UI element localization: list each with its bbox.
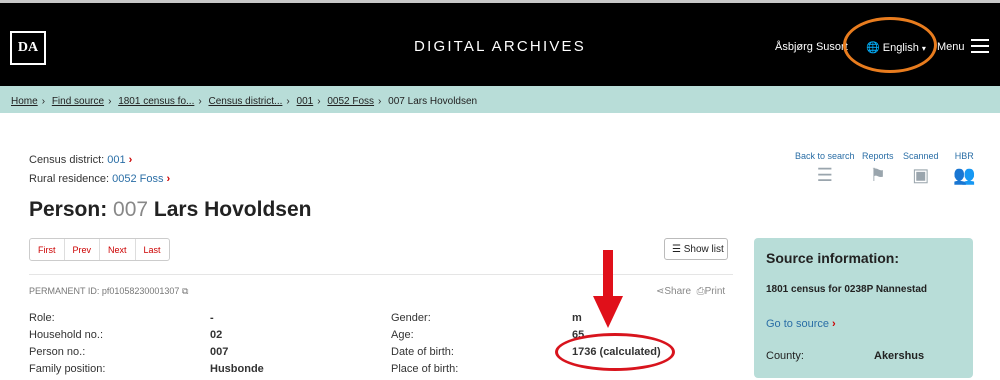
- reports-label: Reports: [862, 151, 894, 161]
- print-link[interactable]: Print: [705, 286, 726, 297]
- field-value: -: [210, 312, 214, 324]
- annotation-arrow: [593, 250, 623, 328]
- rural-residence-link[interactable]: 0052 Foss: [112, 173, 163, 185]
- field-label: Person no.:: [29, 346, 86, 358]
- copy-icon[interactable]: ⧉: [182, 286, 188, 296]
- breadcrumb-district[interactable]: Census district...: [208, 96, 282, 107]
- rural-residence-label: Rural residence:: [29, 173, 110, 185]
- scanned-button[interactable]: Scanned ▣: [903, 151, 939, 186]
- breadcrumb-001[interactable]: 001: [297, 96, 314, 107]
- back-to-search-label: Back to search: [795, 151, 855, 161]
- breadcrumb-census[interactable]: 1801 census fo...: [118, 96, 194, 107]
- field-label: Family position:: [29, 363, 106, 375]
- permanent-id-text: PERMANENT ID: pf01058230001307: [29, 286, 180, 296]
- breadcrumb-separator-icon: ›: [317, 96, 321, 107]
- go-to-source-label: Go to source: [766, 318, 829, 330]
- census-district-row: Census district: 001 ›: [29, 154, 132, 166]
- list-icon: ☰: [672, 244, 681, 255]
- print-icon: ⎙: [696, 286, 705, 297]
- chevron-right-icon: ›: [128, 154, 133, 166]
- people-icon: 👥: [953, 165, 976, 185]
- reports-button[interactable]: Reports ⚑: [862, 151, 894, 186]
- field-label: Date of birth:: [391, 346, 454, 358]
- hbr-label: HBR: [954, 151, 974, 161]
- breadcrumb-separator-icon: ›: [378, 96, 382, 107]
- breadcrumb: Home › Find source › 1801 census fo... › Ce…: [0, 86, 1000, 113]
- hbr-button[interactable]: HBR 👥: [953, 151, 975, 186]
- breadcrumb-separator-icon: ›: [286, 96, 290, 107]
- show-list-button[interactable]: ☰ Show list: [664, 238, 728, 260]
- census-district-link[interactable]: 001: [107, 154, 125, 166]
- scanned-label: Scanned: [903, 151, 939, 161]
- breadcrumb-separator-icon: ›: [198, 96, 202, 107]
- right-labels: Gender: Age: Date of birth: Place of bir…: [391, 312, 458, 380]
- permanent-id: PERMANENT ID: pf01058230001307 ⧉: [29, 286, 188, 297]
- left-values: - 02 007 Husbonde: [210, 312, 264, 380]
- breadcrumb-foss[interactable]: 0052 Foss: [327, 96, 374, 107]
- breadcrumb-separator-icon: ›: [108, 96, 112, 107]
- share-link[interactable]: Share: [664, 286, 691, 297]
- county-label: County:: [766, 350, 804, 362]
- pager: First Prev Next Last: [29, 238, 170, 261]
- source-info-title: Source information:: [766, 250, 900, 266]
- field-value: 007: [210, 346, 229, 358]
- field-label: Place of birth:: [391, 363, 459, 375]
- share-print: ⋖Share ⎙Print: [656, 286, 725, 297]
- field-label: Role:: [29, 312, 55, 324]
- pager-first-button[interactable]: First: [30, 239, 65, 260]
- pager-prev-button[interactable]: Prev: [65, 239, 101, 260]
- annotation-oval-language: [843, 17, 937, 73]
- go-to-source-link[interactable]: Go to source ›: [766, 318, 836, 330]
- divider: [29, 274, 733, 275]
- person-number: 007: [113, 198, 149, 221]
- user-name[interactable]: Åsbjørg Susort: [775, 41, 848, 53]
- person-label: Person:: [29, 198, 108, 221]
- search-list-icon: ☰: [816, 165, 833, 185]
- person-name: Lars Hovoldsen: [153, 198, 312, 221]
- annotation-oval-birth: [555, 333, 675, 371]
- breadcrumb-home[interactable]: Home: [11, 96, 38, 107]
- rural-residence-row: Rural residence: 0052 Foss ›: [29, 173, 170, 185]
- flag-plus-icon: ⚑: [869, 165, 886, 185]
- left-labels: Role: Household no.: Person no.: Family …: [29, 312, 105, 380]
- census-district-label: Census district:: [29, 154, 105, 166]
- county-value: Akershus: [874, 350, 925, 362]
- source-name: 1801 census for 0238P Nannestad: [766, 284, 928, 295]
- field-value: 02: [210, 329, 223, 341]
- show-list-label: Show list: [683, 244, 724, 255]
- chevron-right-icon: ›: [832, 318, 836, 330]
- page-title: Person: 007 Lars Hovoldsen: [29, 198, 311, 222]
- pager-next-button[interactable]: Next: [100, 239, 136, 260]
- menu-label[interactable]: Menu: [937, 41, 965, 53]
- field-value: Husbonde: [210, 363, 264, 375]
- field-label: Gender:: [391, 312, 431, 324]
- source-info-panel: Source information: 1801 census for 0238…: [754, 238, 973, 378]
- image-icon: ▣: [912, 165, 930, 185]
- breadcrumb-separator-icon: ›: [41, 96, 46, 107]
- hamburger-icon[interactable]: [971, 39, 989, 54]
- field-label: Household no.:: [29, 329, 103, 341]
- chevron-right-icon: ›: [166, 173, 171, 185]
- field-label: Age:: [391, 329, 414, 341]
- breadcrumb-current: 007 Lars Hovoldsen: [388, 96, 478, 107]
- breadcrumb-find-source[interactable]: Find source: [52, 96, 104, 107]
- pager-last-button[interactable]: Last: [136, 239, 169, 260]
- back-to-search-button[interactable]: Back to search ☰: [795, 151, 855, 186]
